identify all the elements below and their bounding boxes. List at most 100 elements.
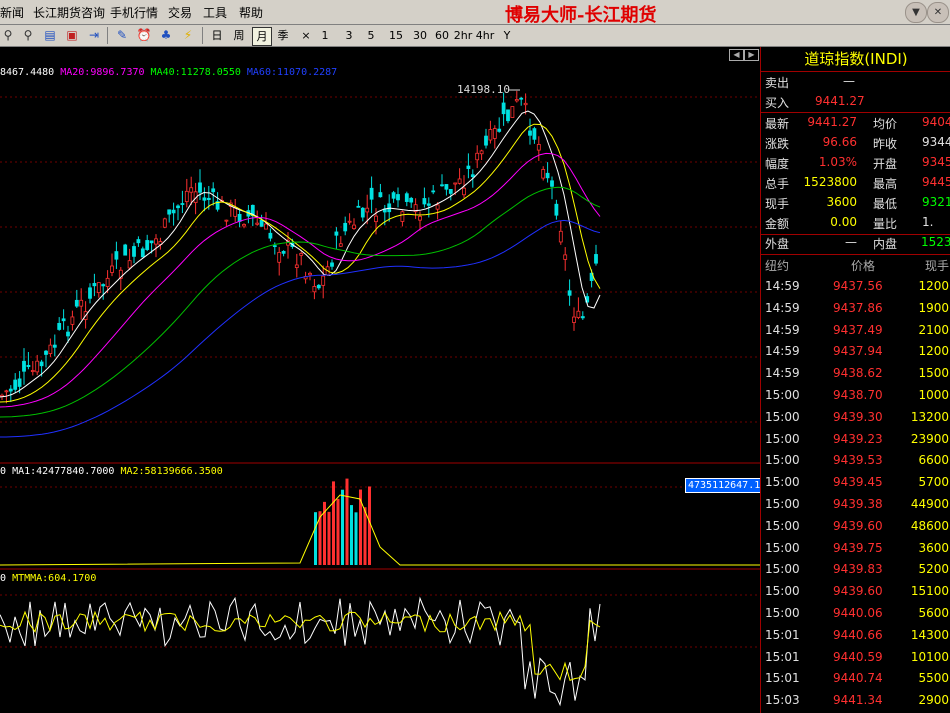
tick-row[interactable]: 15:00 9439.53 6600	[761, 450, 950, 472]
period-4hr[interactable]: 4hr	[475, 27, 495, 44]
scroll-right-icon[interactable]: ▶	[744, 49, 759, 61]
period-month[interactable]: 月	[252, 27, 272, 46]
magnifier-plus-icon[interactable]: ⚲	[20, 27, 36, 43]
menu-tools[interactable]: 工具	[203, 4, 227, 21]
sell-value: —	[843, 74, 855, 88]
tick-volume: 2900	[918, 693, 949, 708]
toolbar-separator	[107, 27, 108, 44]
tick-row[interactable]: 14:59 9437.86 1900	[761, 298, 950, 320]
ma60-value: MA60:11070.2287	[246, 67, 338, 78]
magnifier-icon[interactable]: ⚲	[0, 27, 16, 43]
stat-value: 9344.	[922, 135, 950, 149]
stat-value: 1523800	[803, 175, 857, 189]
tick-volume: 2100	[918, 322, 949, 337]
ma20-value: MA20:9896.7370	[60, 67, 145, 78]
tick-price: 9437.49	[833, 322, 883, 337]
scroll-left-icon[interactable]: ◀	[729, 49, 744, 61]
tick-row[interactable]: 15:00 9439.38 44900	[761, 494, 950, 516]
tick-row[interactable]: 14:59 9437.94 1200	[761, 341, 950, 363]
indicator-icon[interactable]: ♣	[158, 27, 174, 43]
kline-chart-area[interactable]: ◀ ▶ 8467.4480 MA20:9896.7370 MA40:11278.…	[0, 47, 770, 713]
mtmma-value: MTMMA:604.1700	[12, 573, 97, 584]
sell-label: 卖出	[765, 76, 790, 90]
tick-time: 15:01	[765, 627, 800, 642]
drawing-icon[interactable]: ✎	[114, 27, 130, 43]
lightning-icon[interactable]: ⚡	[180, 27, 196, 43]
stat-value: 9321.	[922, 195, 950, 209]
tick-row[interactable]: 15:00 9439.23 23900	[761, 429, 950, 451]
export-icon[interactable]: ⇥	[86, 27, 102, 43]
tick-volume: 1500	[918, 366, 949, 381]
tick-price: 9439.75	[833, 540, 883, 555]
instrument-title: 道琼指数(INDI)	[761, 47, 950, 72]
tick-row[interactable]: 15:00 9438.70 1000	[761, 385, 950, 407]
period-year[interactable]: Y	[500, 27, 514, 44]
tick-row[interactable]: 14:59 9437.49 2100	[761, 320, 950, 342]
tick-time: 15:03	[765, 693, 800, 708]
kline-chart[interactable]	[0, 47, 760, 713]
period-30min[interactable]: 30	[409, 27, 431, 44]
tick-header-volume: 现手	[925, 259, 950, 273]
period-5min[interactable]: 5	[364, 27, 378, 44]
tick-volume: 5600	[918, 606, 949, 620]
tick-row[interactable]: 15:01 9440.59 10100	[761, 647, 950, 669]
close-button[interactable]: ✕	[927, 2, 949, 23]
buy-row: 买入 9441.27	[761, 92, 950, 112]
tick-time: 15:00	[765, 453, 800, 468]
tick-row[interactable]: 15:01 9440.74 5500	[761, 668, 950, 690]
tick-row[interactable]: 15:00 9440.06 5600	[761, 603, 950, 625]
buy-label: 买入	[765, 96, 790, 110]
stat-row: 现手 3600 最低 9321.	[761, 193, 950, 213]
tick-row[interactable]: 15:00 9439.75 3600	[761, 538, 950, 560]
menu-mobile[interactable]: 手机行情	[110, 4, 158, 21]
tick-volume: 14300	[910, 627, 949, 642]
period-3min[interactable]: 3	[342, 27, 356, 44]
menu-trade[interactable]: 交易	[168, 4, 192, 21]
tick-row[interactable]: 15:03 9441.34 2900	[761, 690, 950, 712]
screen-icon[interactable]: ▣	[64, 27, 80, 43]
tick-row[interactable]: 14:59 9438.62 1500	[761, 363, 950, 385]
tick-volume: 44900	[910, 497, 949, 511]
sell-row: 卖出 —	[761, 72, 950, 92]
tick-row[interactable]: 15:00 9439.60 48600	[761, 516, 950, 538]
tick-time: 15:01	[765, 649, 800, 664]
inner-label: 内盘	[873, 237, 898, 251]
tick-time: 15:00	[765, 562, 800, 577]
period-1min[interactable]: 1	[318, 27, 332, 44]
period-quarter[interactable]: 季	[274, 27, 292, 44]
tick-price: 9437.56	[833, 279, 883, 293]
tick-row[interactable]: 15:00 9439.83 5200	[761, 559, 950, 581]
menu-news[interactable]: 新闻	[0, 4, 24, 21]
minimize-button[interactable]: ▼	[905, 2, 927, 23]
tick-price: 9439.83	[833, 562, 883, 577]
tick-volume: 3600	[918, 540, 949, 555]
ma-legend: 8467.4480 MA20:9896.7370 MA40:11278.0550…	[0, 67, 337, 78]
tick-row[interactable]: 15:00 9439.30 13200	[761, 407, 950, 429]
chart-switch-icon[interactable]: ▤	[42, 27, 58, 43]
tick-price: 9439.23	[833, 431, 883, 446]
period-60min[interactable]: 60	[431, 27, 453, 44]
tick-row[interactable]: 15:00 9439.60 15100	[761, 581, 950, 603]
period-15min[interactable]: 15	[385, 27, 407, 44]
period-multiply[interactable]: ×	[298, 27, 314, 44]
stat-label: 开盘	[873, 157, 898, 171]
period-2hr[interactable]: 2hr	[453, 27, 473, 44]
menu-consult[interactable]: 长江期货咨询	[33, 4, 105, 21]
alarm-icon[interactable]: ⏰	[136, 27, 152, 43]
tick-row[interactable]: 15:00 9439.45 5700	[761, 472, 950, 494]
tick-row[interactable]: 15:01 9440.66 14300	[761, 625, 950, 647]
menu-help[interactable]: 帮助	[239, 4, 263, 21]
tick-volume: 1900	[918, 300, 949, 315]
tick-price: 9439.30	[833, 409, 883, 424]
tick-time: 15:00	[765, 475, 800, 490]
stat-value: 3600	[826, 195, 857, 209]
period-day[interactable]: 日	[208, 27, 226, 44]
tick-volume: 6600	[918, 453, 949, 468]
mtm-zero: 0	[0, 573, 7, 584]
tick-row[interactable]: 14:59 9437.56 1200	[761, 276, 950, 298]
tick-time: 15:00	[765, 606, 800, 620]
tick-volume: 1200	[918, 279, 949, 293]
tick-price: 9437.86	[833, 300, 883, 315]
period-week[interactable]: 周	[230, 27, 248, 44]
tick-volume: 5500	[918, 671, 949, 686]
